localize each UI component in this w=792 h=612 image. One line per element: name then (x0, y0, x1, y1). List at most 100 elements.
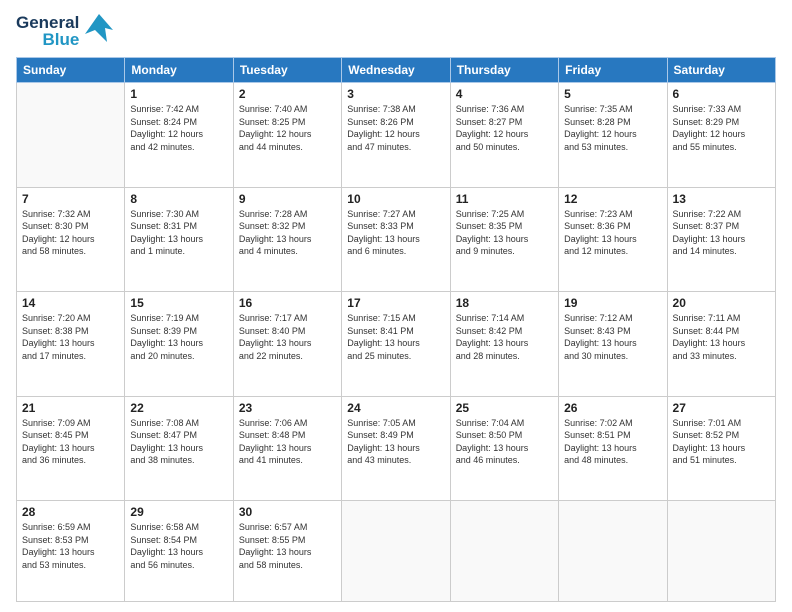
day-info: Sunrise: 7:36 AM Sunset: 8:27 PM Dayligh… (456, 103, 553, 153)
day-number: 7 (22, 192, 119, 206)
logo: General Blue (16, 12, 113, 49)
day-cell: 20Sunrise: 7:11 AM Sunset: 8:44 PM Dayli… (667, 292, 775, 397)
day-cell: 3 Sunrise: 7:38 AM Sunset: 8:26 PM Daylig… (342, 83, 450, 188)
day-info: Sunrise: 7:23 AM Sunset: 8:36 PM Dayligh… (564, 208, 661, 258)
day-number: 2 (239, 87, 336, 101)
day-number: 4 (456, 87, 553, 101)
day-info: Sunrise: 7:11 AM Sunset: 8:44 PM Dayligh… (673, 312, 770, 362)
day-info: Sunrise: 7:35 AM Sunset: 8:28 PM Dayligh… (564, 103, 661, 153)
day-info: Sunrise: 7:28 AM Sunset: 8:32 PM Dayligh… (239, 208, 336, 258)
day-cell: 19 Sunrise: 7:12 AM Sunset: 8:43 PM Dayli… (559, 292, 667, 397)
day-cell: 17 Sunrise: 7:15 AM Sunset: 8:41 PM Dayli… (342, 292, 450, 397)
day-cell: 10Sunrise: 7:27 AM Sunset: 8:33 PM Dayli… (342, 187, 450, 292)
day-info: Sunrise: 7:02 AM Sunset: 8:51 PM Dayligh… (564, 417, 661, 467)
day-info: Sunrise: 7:38 AM Sunset: 8:26 PM Dayligh… (347, 103, 444, 153)
day-cell: 4 Sunrise: 7:36 AM Sunset: 8:27 PM Daylig… (450, 83, 558, 188)
day-number: 24 (347, 401, 444, 415)
day-cell: 22 Sunrise: 7:08 AM Sunset: 8:47 PM Dayli… (125, 396, 233, 501)
day-number: 19 (564, 296, 661, 310)
calendar-table: SundayMondayTuesdayWednesdayThursdayFrid… (16, 57, 776, 602)
day-number: 8 (130, 192, 227, 206)
day-cell: 12 Sunrise: 7:23 AM Sunset: 8:36 PM Dayli… (559, 187, 667, 292)
day-info: Sunrise: 7:05 AM Sunset: 8:49 PM Dayligh… (347, 417, 444, 467)
day-number: 30 (239, 505, 336, 519)
day-header-friday: Friday (559, 58, 667, 83)
day-info: Sunrise: 7:33 AM Sunset: 8:29 PM Dayligh… (673, 103, 770, 153)
day-cell: 21 Sunrise: 7:09 AM Sunset: 8:45 PM Dayli… (17, 396, 125, 501)
day-number: 17 (347, 296, 444, 310)
day-header-tuesday: Tuesday (233, 58, 341, 83)
header-row: SundayMondayTuesdayWednesdayThursdayFrid… (17, 58, 776, 83)
day-info: Sunrise: 7:19 AM Sunset: 8:39 PM Dayligh… (130, 312, 227, 362)
day-cell: 26 Sunrise: 7:02 AM Sunset: 8:51 PM Dayli… (559, 396, 667, 501)
day-number: 9 (239, 192, 336, 206)
day-cell: 24 Sunrise: 7:05 AM Sunset: 8:49 PM Dayli… (342, 396, 450, 501)
day-info: Sunrise: 6:58 AM Sunset: 8:54 PM Dayligh… (130, 521, 227, 571)
day-number: 26 (564, 401, 661, 415)
day-cell: 23 Sunrise: 7:06 AM Sunset: 8:48 PM Dayli… (233, 396, 341, 501)
day-header-wednesday: Wednesday (342, 58, 450, 83)
day-number: 3 (347, 87, 444, 101)
day-info: Sunrise: 7:27 AM Sunset: 8:33 PM Dayligh… (347, 208, 444, 258)
day-info: Sunrise: 7:42 AM Sunset: 8:24 PM Dayligh… (130, 103, 227, 153)
day-cell: 1Sunrise: 7:42 AM Sunset: 8:24 PM Daylig… (125, 83, 233, 188)
week-row-2: 7 Sunrise: 7:32 AM Sunset: 8:30 PM Daylig… (17, 187, 776, 292)
day-info: Sunrise: 7:08 AM Sunset: 8:47 PM Dayligh… (130, 417, 227, 467)
day-info: Sunrise: 7:20 AM Sunset: 8:38 PM Dayligh… (22, 312, 119, 362)
day-info: Sunrise: 7:14 AM Sunset: 8:42 PM Dayligh… (456, 312, 553, 362)
day-info: Sunrise: 7:17 AM Sunset: 8:40 PM Dayligh… (239, 312, 336, 362)
day-info: Sunrise: 7:22 AM Sunset: 8:37 PM Dayligh… (673, 208, 770, 258)
day-header-saturday: Saturday (667, 58, 775, 83)
day-info: Sunrise: 7:15 AM Sunset: 8:41 PM Dayligh… (347, 312, 444, 362)
day-number: 23 (239, 401, 336, 415)
day-header-thursday: Thursday (450, 58, 558, 83)
day-cell: 15 Sunrise: 7:19 AM Sunset: 8:39 PM Dayli… (125, 292, 233, 397)
day-cell: 14 Sunrise: 7:20 AM Sunset: 8:38 PM Dayli… (17, 292, 125, 397)
day-cell: 25 Sunrise: 7:04 AM Sunset: 8:50 PM Dayli… (450, 396, 558, 501)
day-cell (450, 501, 558, 602)
day-cell: 30 Sunrise: 6:57 AM Sunset: 8:55 PM Dayli… (233, 501, 341, 602)
week-row-5: 28Sunrise: 6:59 AM Sunset: 8:53 PM Dayli… (17, 501, 776, 602)
day-cell: 7 Sunrise: 7:32 AM Sunset: 8:30 PM Daylig… (17, 187, 125, 292)
day-info: Sunrise: 6:57 AM Sunset: 8:55 PM Dayligh… (239, 521, 336, 571)
day-cell: 6 Sunrise: 7:33 AM Sunset: 8:29 PM Daylig… (667, 83, 775, 188)
day-cell (559, 501, 667, 602)
day-header-monday: Monday (125, 58, 233, 83)
day-number: 6 (673, 87, 770, 101)
day-info: Sunrise: 7:09 AM Sunset: 8:45 PM Dayligh… (22, 417, 119, 467)
day-number: 12 (564, 192, 661, 206)
day-header-sunday: Sunday (17, 58, 125, 83)
day-number: 21 (22, 401, 119, 415)
day-info: Sunrise: 7:30 AM Sunset: 8:31 PM Dayligh… (130, 208, 227, 258)
day-number: 11 (456, 192, 553, 206)
day-cell: 9 Sunrise: 7:28 AM Sunset: 8:32 PM Daylig… (233, 187, 341, 292)
day-info: Sunrise: 7:04 AM Sunset: 8:50 PM Dayligh… (456, 417, 553, 467)
header: General Blue (16, 12, 776, 49)
day-cell: 2 Sunrise: 7:40 AM Sunset: 8:25 PM Daylig… (233, 83, 341, 188)
day-cell (17, 83, 125, 188)
day-number: 28 (22, 505, 119, 519)
week-row-1: 1Sunrise: 7:42 AM Sunset: 8:24 PM Daylig… (17, 83, 776, 188)
day-cell: 16 Sunrise: 7:17 AM Sunset: 8:40 PM Dayli… (233, 292, 341, 397)
day-info: Sunrise: 7:06 AM Sunset: 8:48 PM Dayligh… (239, 417, 336, 467)
day-cell: 28Sunrise: 6:59 AM Sunset: 8:53 PM Dayli… (17, 501, 125, 602)
logo-bird-icon (85, 12, 113, 49)
day-info: Sunrise: 7:12 AM Sunset: 8:43 PM Dayligh… (564, 312, 661, 362)
day-number: 16 (239, 296, 336, 310)
day-number: 13 (673, 192, 770, 206)
day-cell: 11Sunrise: 7:25 AM Sunset: 8:35 PM Dayli… (450, 187, 558, 292)
day-number: 25 (456, 401, 553, 415)
day-number: 5 (564, 87, 661, 101)
page: General Blue SundayMondayTuesdayWednesda… (0, 0, 792, 612)
day-number: 15 (130, 296, 227, 310)
day-cell: 5 Sunrise: 7:35 AM Sunset: 8:28 PM Daylig… (559, 83, 667, 188)
day-info: Sunrise: 7:40 AM Sunset: 8:25 PM Dayligh… (239, 103, 336, 153)
day-cell: 8 Sunrise: 7:30 AM Sunset: 8:31 PM Daylig… (125, 187, 233, 292)
day-number: 14 (22, 296, 119, 310)
day-cell: 18Sunrise: 7:14 AM Sunset: 8:42 PM Dayli… (450, 292, 558, 397)
day-number: 29 (130, 505, 227, 519)
day-info: Sunrise: 7:32 AM Sunset: 8:30 PM Dayligh… (22, 208, 119, 258)
week-row-4: 21 Sunrise: 7:09 AM Sunset: 8:45 PM Dayli… (17, 396, 776, 501)
day-number: 22 (130, 401, 227, 415)
logo-general: General (16, 14, 79, 31)
